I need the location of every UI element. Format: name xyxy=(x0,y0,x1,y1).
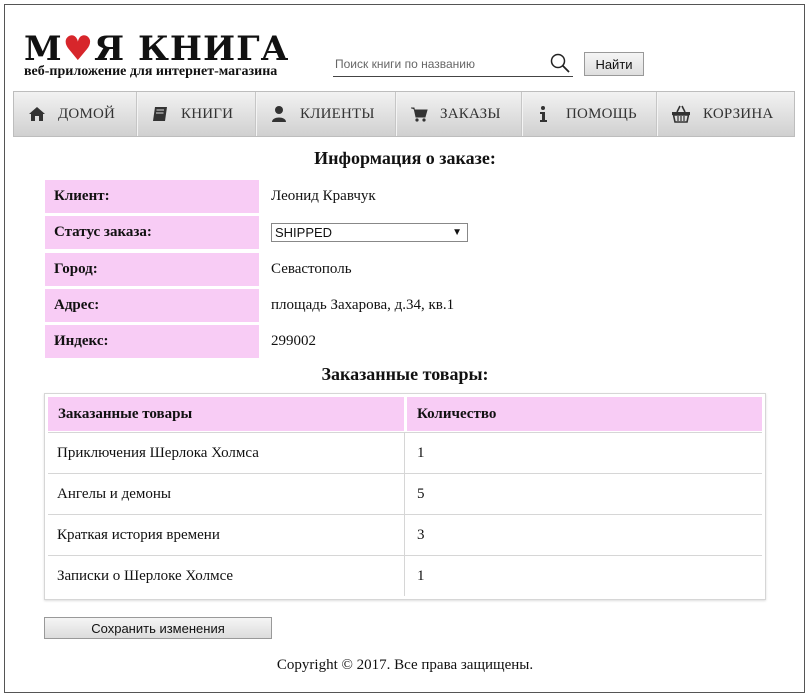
book-icon xyxy=(153,107,167,121)
item-title: Краткая история времени xyxy=(48,515,405,555)
table-row: Приключения Шерлока Холмса 1 xyxy=(48,432,762,473)
info-row-address: Адрес: площадь Захарова, д.34, кв.1 xyxy=(45,289,505,322)
logo-subtitle: веб-приложение для интернет-магазина xyxy=(24,64,278,79)
city-label: Город: xyxy=(45,253,259,286)
cart-icon xyxy=(411,107,428,122)
main-nav: ДОМОЙ КНИГИ КЛИЕНТЫ ЗАКАЗЫ ПОМОЩЬ КОРЗИН… xyxy=(13,91,795,137)
save-changes-button[interactable]: Сохранить изменения xyxy=(44,617,272,639)
city-value: Севастополь xyxy=(271,261,352,277)
client-label: Клиент: xyxy=(45,180,259,213)
nav-item-home[interactable]: ДОМОЙ xyxy=(14,92,137,136)
info-row-client: Клиент: Леонид Кравчук xyxy=(45,180,505,213)
info-row-index: Индекс: 299002 xyxy=(45,325,505,358)
column-header-title: Заказанные товары xyxy=(48,397,404,431)
nav-label-help: ПОМОЩЬ xyxy=(566,105,637,122)
address-label: Адрес: xyxy=(45,289,259,322)
column-header-quantity: Количество xyxy=(407,397,762,431)
item-title: Приключения Шерлока Холмса xyxy=(48,433,405,473)
status-label: Статус заказа: xyxy=(45,216,259,249)
order-info-heading: Информация о заказе: xyxy=(314,148,496,168)
nav-item-orders[interactable]: ЗАКАЗЫ xyxy=(396,92,522,136)
table-row: Ангелы и демоны 5 xyxy=(48,473,762,514)
table-row: Краткая история времени 3 xyxy=(48,514,762,555)
item-quantity: 3 xyxy=(417,527,425,543)
heart-icon: ♥ xyxy=(62,29,95,69)
basket-icon xyxy=(672,105,690,123)
info-row-city: Город: Севастополь xyxy=(45,253,505,286)
info-icon xyxy=(540,106,547,122)
item-quantity: 1 xyxy=(417,568,425,584)
logo-title-part2: Я КНИГА xyxy=(94,29,290,69)
search-input[interactable] xyxy=(333,54,547,74)
nav-item-help[interactable]: ПОМОЩЬ xyxy=(522,92,657,136)
nav-item-clients[interactable]: КЛИЕНТЫ xyxy=(256,92,396,136)
logo-title-part1: М xyxy=(24,29,63,69)
ordered-items-heading: Заказанные товары: xyxy=(321,364,489,384)
client-value: Леонид Кравчук xyxy=(271,188,376,204)
status-select[interactable]: SHIPPED ▼ xyxy=(271,223,468,242)
info-row-status: Статус заказа: SHIPPED ▼ xyxy=(45,216,505,249)
nav-item-basket[interactable]: КОРЗИНА xyxy=(657,92,794,136)
user-icon xyxy=(272,106,286,122)
find-button[interactable]: Найти xyxy=(584,52,644,76)
index-value: 299002 xyxy=(271,333,316,349)
search-box xyxy=(333,52,573,77)
home-icon xyxy=(29,107,45,121)
search-icon[interactable] xyxy=(549,52,571,74)
nav-label-basket: КОРЗИНА xyxy=(703,105,774,122)
table-row: Записки о Шерлоке Холмсе 1 xyxy=(48,555,762,596)
nav-label-clients: КЛИЕНТЫ xyxy=(300,105,375,122)
ordered-items-table: Заказанные товары Количество Приключения… xyxy=(44,393,766,600)
nav-label-books: КНИГИ xyxy=(181,105,234,122)
address-value: площадь Захарова, д.34, кв.1 xyxy=(271,297,455,313)
item-title: Записки о Шерлоке Холмсе xyxy=(48,556,405,596)
logo-title: М♥Я КНИГА xyxy=(24,30,289,68)
nav-item-books[interactable]: КНИГИ xyxy=(137,92,256,136)
dropdown-arrow-icon: ▼ xyxy=(452,227,462,238)
logo[interactable]: М♥Я КНИГА веб-приложение для интернет-ма… xyxy=(24,30,324,80)
nav-label-orders: ЗАКАЗЫ xyxy=(440,105,501,122)
index-label: Индекс: xyxy=(45,325,259,358)
item-quantity: 5 xyxy=(417,486,425,502)
item-quantity: 1 xyxy=(417,445,425,461)
status-select-value: SHIPPED xyxy=(275,225,333,240)
nav-label-home: ДОМОЙ xyxy=(58,105,116,122)
footer-copyright: Copyright © 2017. Все права защищены. xyxy=(276,657,534,673)
item-title: Ангелы и демоны xyxy=(48,474,405,514)
